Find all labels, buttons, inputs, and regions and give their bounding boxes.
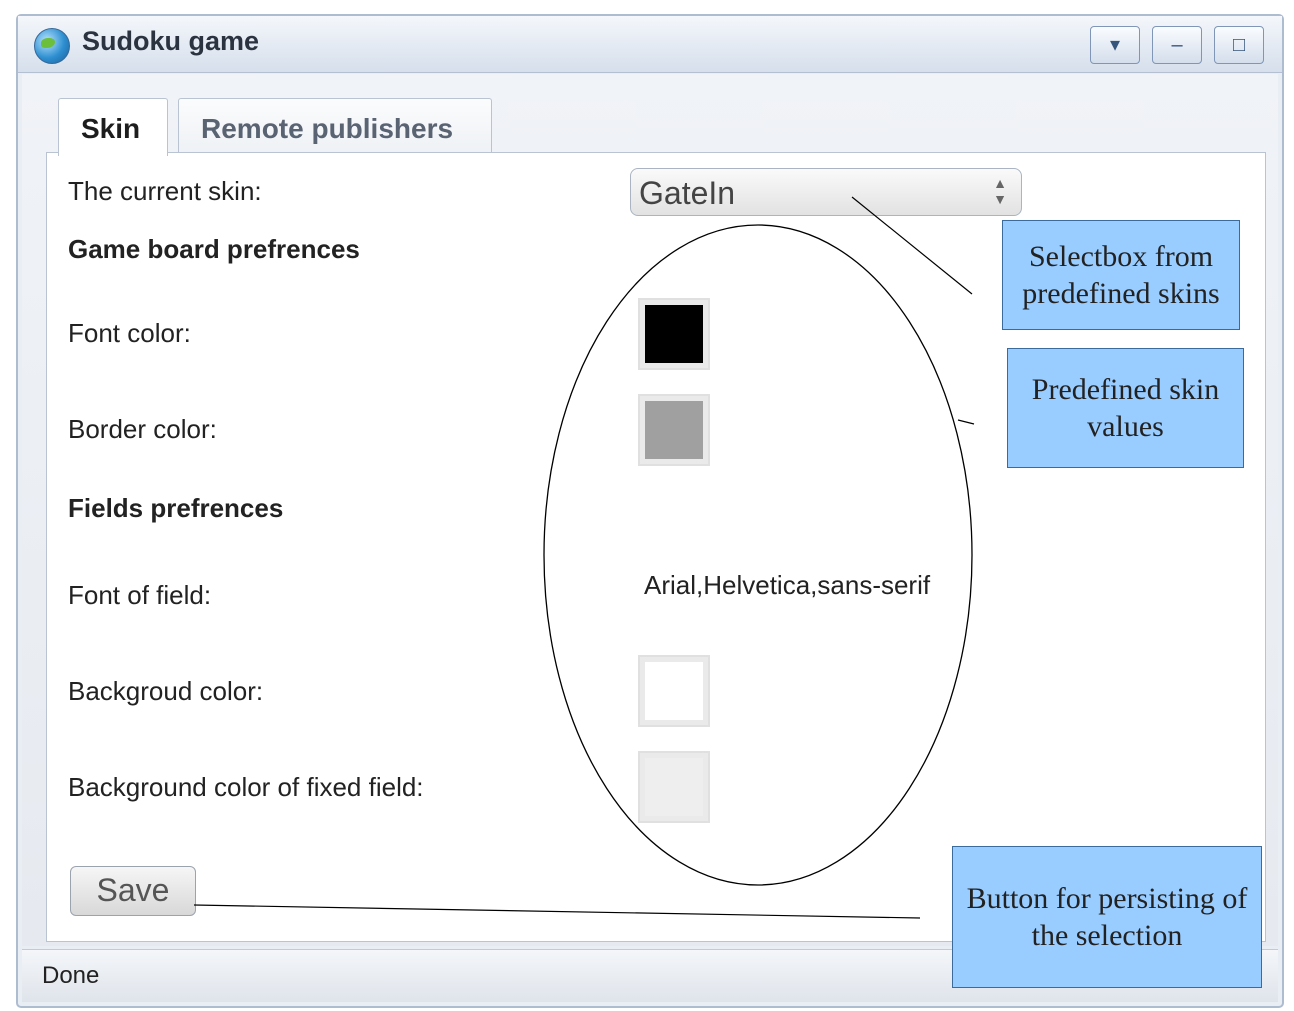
tab-skin[interactable]: Skin [58, 98, 168, 156]
button-pointer-line [193, 904, 921, 919]
values-pointer-line [957, 419, 975, 425]
selectbox-pointer-line [851, 196, 973, 295]
callout-values: Predefined skin values [1007, 348, 1244, 468]
values-ellipse [543, 224, 973, 886]
callout-button: Button for persisting of the selection [952, 846, 1262, 988]
callout-selectbox: Selectbox from predefined skins [1002, 220, 1240, 330]
